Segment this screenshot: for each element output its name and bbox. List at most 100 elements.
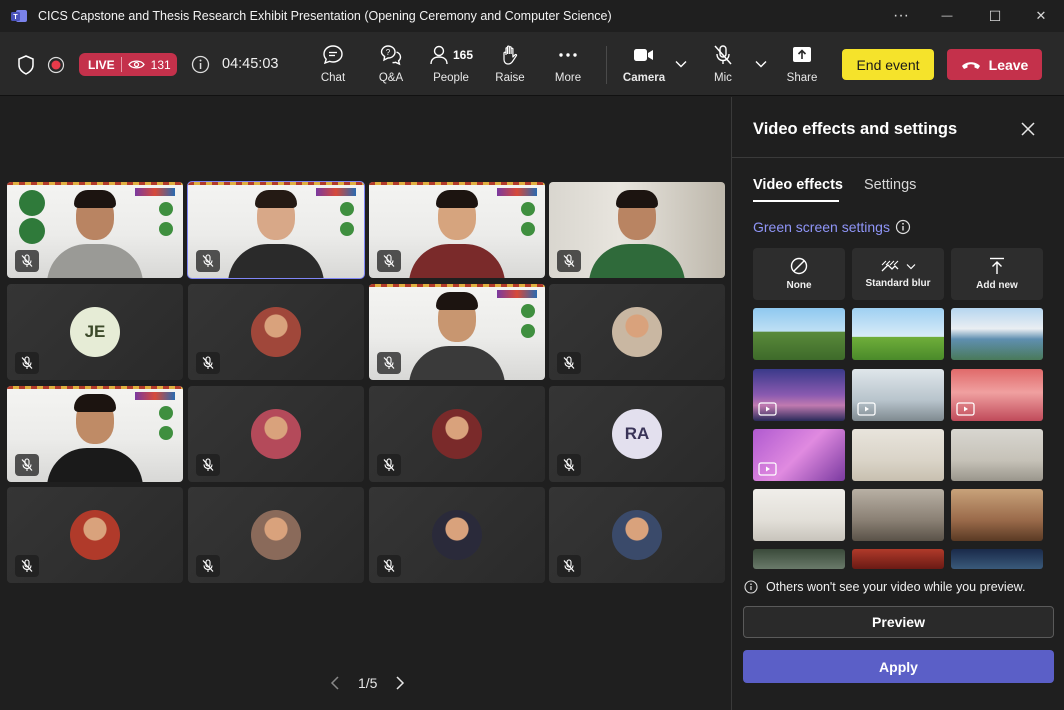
raise-hand-button[interactable]: Raise [492,42,528,90]
panel-title: Video effects and settings [753,120,958,138]
background-thumbnail-white-arch-room[interactable] [753,489,845,541]
toolbar-divider [606,46,607,84]
background-thumbnail-minecraft-bee[interactable] [852,308,944,360]
upload-icon [990,257,1004,274]
leave-button[interactable]: Leave [947,49,1042,80]
mic-muted-icon [557,250,581,272]
chat-label: Chat [320,72,346,84]
mic-button[interactable]: Mic [705,42,741,90]
more-button[interactable]: More [550,42,586,90]
none-label: None [786,280,812,291]
camera-label: Camera [622,72,666,84]
leave-label: Leave [988,56,1029,73]
participant-tile[interactable] [369,386,545,482]
selected-tab-indicator [753,200,839,202]
participant-tile[interactable] [7,487,183,583]
green-screen-settings-link[interactable]: Green screen settings [753,219,890,235]
participant-tile[interactable]: JE [7,284,183,380]
mic-muted-icon [377,454,401,476]
preview-note-text: Others won't see your video while you pr… [766,580,1026,594]
page-indicator: 1/5 [358,675,378,691]
mic-muted-icon [196,352,220,374]
background-thumbnail-pink-crystals[interactable] [753,429,845,481]
live-label: LIVE [88,57,115,72]
minimize-button[interactable]: — [924,0,970,32]
meeting-timer: 04:45:03 [222,56,279,72]
background-thumbnail-purple-mountain-sky[interactable] [753,369,845,421]
background-thumbnail-white-bubbles[interactable] [852,369,944,421]
viewer-count: 131 [150,57,171,72]
video-background-icon [956,402,975,416]
eye-icon [127,60,145,69]
participant-tile[interactable] [549,284,725,380]
background-thumbnail-bright-loft[interactable] [951,429,1043,481]
video-background-icon [758,402,777,416]
participant-tile[interactable] [188,284,364,380]
chat-button[interactable]: Chat [315,42,351,90]
background-thumbnail-night-sky[interactable] [951,549,1043,569]
blur-options-chevron-icon[interactable] [906,263,916,270]
participant-tile[interactable] [549,487,725,583]
camera-options-chevron-icon[interactable] [675,60,687,68]
maximize-button[interactable]: ☐ [972,0,1018,32]
add-new-background-option[interactable]: Add new [951,248,1043,300]
preview-button[interactable]: Preview [743,606,1054,638]
mic-muted-icon [196,454,220,476]
background-thumbnail-red-clouds[interactable] [951,369,1043,421]
end-event-button[interactable]: End event [842,49,934,80]
people-button[interactable]: 165 People [426,42,476,90]
participant-avatar [251,409,301,459]
participant-tile[interactable] [369,182,545,278]
participant-tile[interactable]: RA [549,386,725,482]
more-label: More [554,72,582,84]
shield-icon[interactable] [17,55,35,75]
mic-muted-icon [15,555,39,577]
camera-icon [634,49,653,61]
close-panel-icon[interactable] [1018,119,1038,139]
participant-avatar [432,409,482,459]
share-button[interactable]: Share [784,42,820,90]
previous-page-icon[interactable] [330,676,340,690]
info-icon[interactable] [191,55,210,74]
qa-button[interactable]: ? Q&A [373,42,409,90]
qa-icon: ? [380,45,402,66]
qa-label: Q&A [378,72,404,84]
background-thumbnail-minimal-room[interactable] [852,429,944,481]
participant-initials-avatar: JE [70,307,120,357]
background-none-option[interactable]: None [753,248,845,300]
background-thumbnail-warm-dining-room[interactable] [951,489,1043,541]
camera-button[interactable]: Camera [622,42,666,90]
participant-tile[interactable] [7,386,183,482]
mic-label: Mic [714,72,732,84]
mic-muted-icon [377,555,401,577]
mic-options-chevron-icon[interactable] [755,60,767,68]
tab-settings[interactable]: Settings [864,177,916,193]
tab-video-effects[interactable]: Video effects [753,177,843,193]
close-window-button[interactable]: ✕ [1018,0,1064,32]
mic-muted-icon [557,352,581,374]
more-options-icon[interactable]: ··· [878,0,924,32]
participant-tile[interactable] [369,487,545,583]
raise-label: Raise [495,72,525,84]
background-thumbnail-red-venue[interactable] [852,549,944,569]
next-page-icon[interactable] [395,676,405,690]
info-icon[interactable] [895,219,911,235]
background-thumbnail-mountain-lake[interactable] [951,308,1043,360]
mic-muted-icon [714,45,732,65]
background-thumbnail-forest-cabin[interactable] [753,549,845,569]
people-label: People [433,72,469,84]
participant-tile[interactable] [187,181,365,279]
participant-tile[interactable] [549,182,725,278]
mic-muted-icon [557,454,581,476]
background-thumbnail-minecraft-portal-landscape[interactable] [753,308,845,360]
participant-tile[interactable] [188,386,364,482]
mic-muted-icon [377,250,401,272]
apply-button[interactable]: Apply [743,650,1054,683]
participant-tile[interactable] [188,487,364,583]
participant-tile[interactable] [7,182,183,278]
background-thumbnail-concrete-lounge[interactable] [852,489,944,541]
standard-blur-option[interactable]: Standard blur [852,248,944,300]
participant-avatar [251,510,301,560]
participant-tile[interactable] [369,284,545,380]
record-icon[interactable] [47,56,65,74]
